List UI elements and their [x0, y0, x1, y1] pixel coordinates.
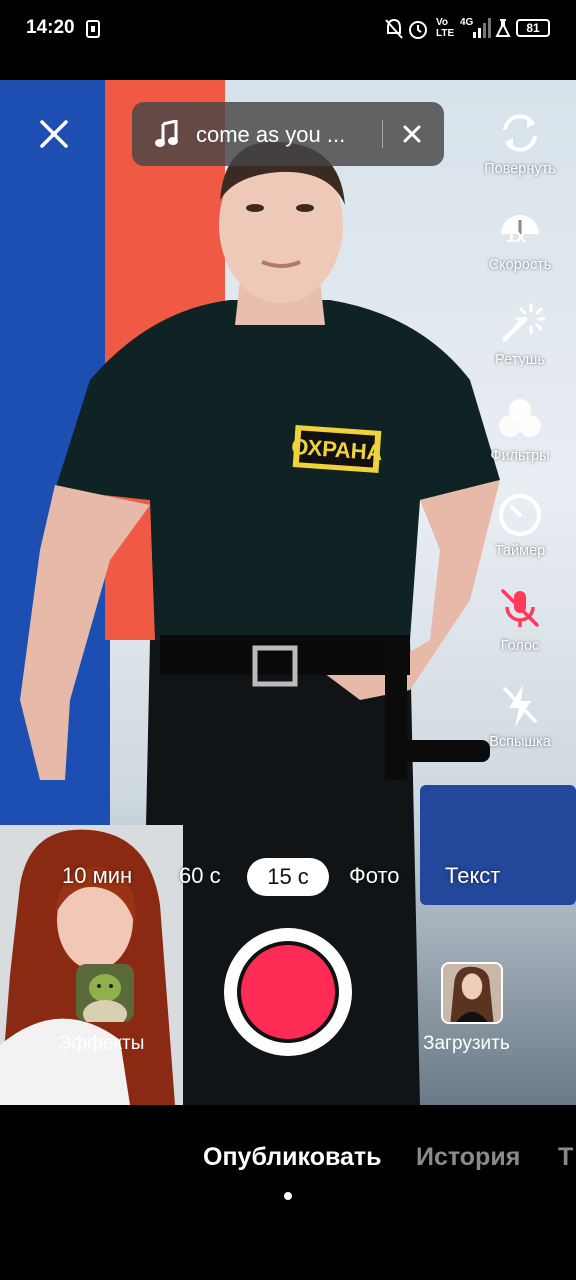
close-icon[interactable] [36, 116, 72, 152]
tool-flip-label: Повернуть [484, 161, 556, 177]
status-bar: 14:20 Vo LTE 4G 81 [0, 0, 576, 60]
speed-value: 1x [506, 226, 527, 246]
tab-indicator-dot [284, 1192, 292, 1200]
tool-speed-label: Скорость [488, 257, 552, 273]
mode-60s[interactable]: 60 с [179, 863, 221, 889]
tool-timer[interactable]: Таймер [474, 490, 566, 559]
tool-filters-label: Фильтры [490, 448, 550, 464]
mode-text[interactable]: Текст [445, 863, 500, 889]
tool-filters[interactable]: Фильтры [474, 395, 566, 464]
tool-timer-label: Таймер [494, 543, 546, 559]
tool-voice[interactable]: Голос [474, 585, 566, 654]
alarm-icon [409, 21, 427, 39]
sim-icon [86, 20, 100, 38]
effects-thumbnail[interactable] [76, 964, 134, 1022]
network-type: 4G [460, 17, 474, 28]
upload-label[interactable]: Загрузить [423, 1033, 510, 1055]
tool-flash-label: Вспышка [489, 734, 551, 750]
mode-photo[interactable]: Фото [349, 863, 400, 889]
beauty-wand-icon [502, 303, 545, 342]
music-note-icon [155, 120, 178, 147]
tool-flip[interactable]: Повернуть [474, 108, 566, 177]
tool-speed[interactable]: 1x Скорость [474, 204, 566, 273]
add-sound-button[interactable]: come as you ... [132, 102, 444, 166]
battery-icon: 81 [516, 19, 550, 37]
tool-flash[interactable]: Вспышка [474, 681, 566, 750]
signal-icon [473, 18, 491, 38]
notification-off-icon [385, 18, 403, 39]
tool-beauty[interactable]: Ретушь [474, 299, 566, 368]
upload-thumbnail[interactable] [441, 962, 503, 1024]
remove-sound-icon[interactable] [400, 122, 424, 146]
flip-camera-icon [503, 114, 537, 152]
tab-story[interactable]: История [416, 1143, 520, 1172]
mode-10min[interactable]: 10 мин [62, 863, 132, 889]
timer-icon [499, 494, 541, 536]
lab-icon [495, 19, 511, 37]
status-time: 14:20 [26, 17, 75, 38]
flash-off-icon [503, 685, 537, 727]
tool-beauty-label: Ретушь [495, 352, 545, 368]
effects-label[interactable]: Эффекты [58, 1033, 144, 1055]
tool-voice-label: Голос [500, 638, 540, 654]
volte-indicator: Vo LTE [436, 17, 455, 39]
filters-icon [499, 399, 541, 437]
mode-15s-selected[interactable]: 15 с [247, 858, 329, 896]
tab-publish[interactable]: Опубликовать [203, 1143, 382, 1172]
record-button[interactable] [241, 945, 335, 1039]
divider [382, 120, 383, 148]
sound-title: come as you ... [196, 122, 346, 147]
mic-off-icon [501, 589, 539, 627]
tab-next-partial[interactable]: Т [558, 1143, 573, 1172]
